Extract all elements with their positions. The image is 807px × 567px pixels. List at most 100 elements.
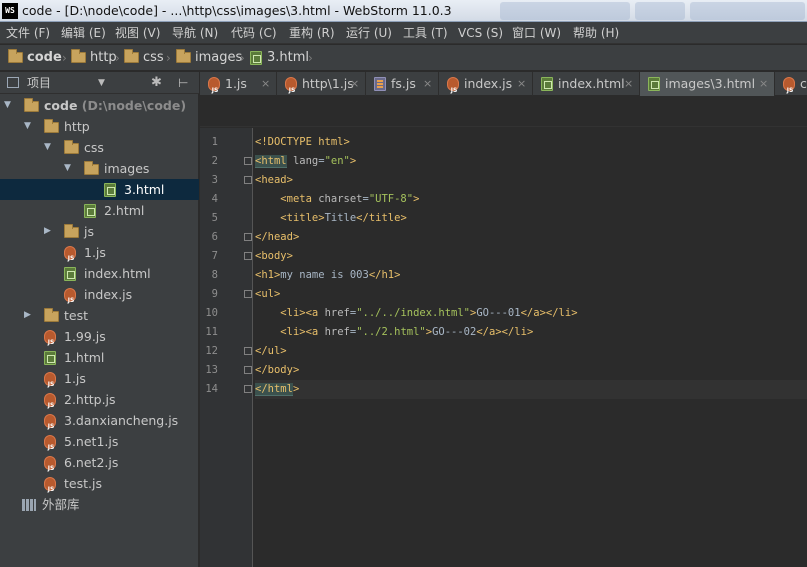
- tree-item-1-html[interactable]: 1.html: [0, 347, 199, 368]
- expanded-arrow-icon[interactable]: ▼: [64, 158, 71, 179]
- library-icon: [22, 499, 36, 511]
- editor-tab[interactable]: 1.js ×: [200, 72, 277, 103]
- tree-item-1-js[interactable]: 1.js: [0, 242, 199, 269]
- code-line[interactable]: <li><a href="../2.html">GO---02</a></li>: [255, 323, 807, 342]
- close-icon[interactable]: ×: [423, 72, 432, 96]
- project-view-label[interactable]: 项目: [27, 72, 51, 94]
- close-icon[interactable]: ×: [517, 72, 526, 96]
- line-number: 9: [211, 288, 218, 300]
- editor-tab[interactable]: index.js ×: [439, 72, 533, 103]
- menu-item[interactable]: 文件 (F): [6, 22, 50, 44]
- tree-item-images[interactable]: ▼ images: [0, 158, 199, 179]
- editor-tab[interactable]: http\1.js×: [277, 72, 366, 103]
- code-line[interactable]: <!DOCTYPE html>: [255, 133, 807, 152]
- navigation-bar: code › http › css › images › 3.html ›: [0, 45, 807, 71]
- code-line[interactable]: <html lang="en">: [255, 152, 807, 171]
- menu-item[interactable]: 帮助 (H): [573, 22, 619, 44]
- menu-item[interactable]: 工具 (T): [403, 22, 448, 44]
- folder-icon: [64, 224, 79, 238]
- gear-icon[interactable]: ✱: [151, 72, 162, 94]
- fold-marker-icon[interactable]: [244, 252, 252, 260]
- collapsed-arrow-icon[interactable]: ▶: [24, 305, 31, 326]
- folder-icon: [176, 49, 191, 63]
- fold-marker-icon[interactable]: [244, 176, 252, 184]
- code-line[interactable]: </head>: [255, 228, 807, 247]
- menu-item[interactable]: 视图 (V): [115, 22, 160, 44]
- tree-item-js[interactable]: ▶ js: [0, 221, 199, 242]
- code-editor[interactable]: 1 2 3 4 5 6 7 8 9 10 11 12 13 14 <!DOCTYPE html> <html…: [200, 97, 807, 567]
- fold-marker-icon[interactable]: [244, 385, 252, 393]
- tree-item-1-99-js[interactable]: 1.99.js: [0, 326, 199, 353]
- fold-marker-icon[interactable]: [244, 366, 252, 374]
- close-icon[interactable]: ×: [350, 72, 359, 96]
- breadcrumb-label: images: [195, 50, 243, 65]
- breadcrumb-separator: ›: [115, 51, 120, 65]
- js-file-icon: [44, 456, 57, 479]
- tree-item-test[interactable]: ▶ test: [0, 305, 199, 326]
- close-icon[interactable]: ×: [624, 72, 633, 96]
- fold-marker-icon[interactable]: [244, 347, 252, 355]
- tree-item-3-danxiancheng-js[interactable]: 3.danxiancheng.js: [0, 410, 199, 437]
- tree-item-6-net2-js[interactable]: 6.net2.js: [0, 452, 199, 479]
- expanded-arrow-icon[interactable]: ▼: [24, 116, 31, 137]
- html-file-icon: [84, 204, 96, 218]
- code-line[interactable]: <title>Title</title>: [255, 209, 807, 228]
- code-line[interactable]: <li><a href="../../index.html">GO---01</…: [255, 304, 807, 323]
- tree-item-label: 3.html: [124, 179, 164, 200]
- code-line[interactable]: </html>: [255, 380, 807, 399]
- fold-marker-icon[interactable]: [244, 290, 252, 298]
- tree-item-code[interactable]: ▼ code (D:\node\code): [0, 95, 199, 116]
- tree-item-1-js[interactable]: 1.js: [0, 368, 199, 395]
- expanded-arrow-icon[interactable]: ▼: [4, 95, 11, 116]
- code-line[interactable]: <ul>: [255, 285, 807, 304]
- tree-item-2-html[interactable]: 2.html: [0, 200, 199, 221]
- editor-tab[interactable]: images\3.html ×: [640, 72, 775, 96]
- tree-item-label: index.html: [84, 263, 151, 284]
- tree-item--[interactable]: 外部库: [0, 494, 199, 515]
- code-line[interactable]: </ul>: [255, 342, 807, 361]
- tree-item-label: 5.net1.js: [64, 431, 118, 452]
- code-line[interactable]: </body>: [255, 361, 807, 380]
- fold-marker-icon[interactable]: [244, 157, 252, 165]
- code-line[interactable]: <head>: [255, 171, 807, 190]
- editor-tab[interactable]: c: [775, 72, 807, 103]
- close-icon[interactable]: ×: [261, 72, 270, 96]
- breadcrumb-css[interactable]: css: [124, 45, 164, 71]
- tree-item-label: 1.99.js: [64, 326, 106, 347]
- code-line[interactable]: <body>: [255, 247, 807, 266]
- close-icon[interactable]: ×: [759, 72, 768, 96]
- collapsed-arrow-icon[interactable]: ▶: [44, 221, 51, 242]
- hide-panel-icon[interactable]: ⊢: [178, 72, 188, 94]
- code-area[interactable]: <!DOCTYPE html> <html lang="en"> <head> <m…: [255, 128, 807, 567]
- tree-item-name: index.html: [84, 266, 151, 281]
- webstorm-window: WS code - [D:\node\code] - ...\http\css\…: [0, 0, 807, 567]
- tree-item-index-js[interactable]: index.js: [0, 284, 199, 311]
- breadcrumb-http[interactable]: http: [71, 45, 117, 71]
- tree-item-http[interactable]: ▼ http: [0, 116, 199, 137]
- code-line[interactable]: <h1>my name is 003</h1>: [255, 266, 807, 285]
- expanded-arrow-icon[interactable]: ▼: [44, 137, 51, 158]
- tree-item-5-net1-js[interactable]: 5.net1.js: [0, 431, 199, 458]
- tree-item-index-html[interactable]: index.html: [0, 263, 199, 284]
- menu-item[interactable]: VCS (S): [458, 22, 503, 44]
- tab-label: index.js: [464, 76, 513, 91]
- menu-item[interactable]: 导航 (N): [172, 22, 218, 44]
- menu-item[interactable]: 代码 (C): [231, 22, 277, 44]
- editor-tab[interactable]: fs.js ×: [366, 72, 439, 96]
- breadcrumb-images[interactable]: images: [176, 45, 242, 71]
- chevron-down-icon[interactable]: ▼: [98, 72, 105, 94]
- menu-item[interactable]: 运行 (U): [346, 22, 392, 44]
- tree-item-css[interactable]: ▼ css: [0, 137, 199, 158]
- code-line[interactable]: <meta charset="UTF-8">: [255, 190, 807, 209]
- breadcrumb-code[interactable]: code: [8, 45, 62, 71]
- tree-item-3-html[interactable]: 3.html: [0, 179, 199, 200]
- tree-item-2-http-js[interactable]: 2.http.js: [0, 389, 199, 416]
- fold-marker-icon[interactable]: [244, 233, 252, 241]
- tree-item-test-js[interactable]: test.js: [0, 473, 199, 500]
- menu-item[interactable]: 编辑 (E): [61, 22, 106, 44]
- html-file-icon: [104, 183, 116, 197]
- editor-tab[interactable]: index.html ×: [533, 72, 640, 96]
- breadcrumb-3-html[interactable]: 3.html: [250, 45, 309, 71]
- menu-item[interactable]: 窗口 (W): [512, 22, 561, 44]
- menu-item[interactable]: 重构 (R): [289, 22, 335, 44]
